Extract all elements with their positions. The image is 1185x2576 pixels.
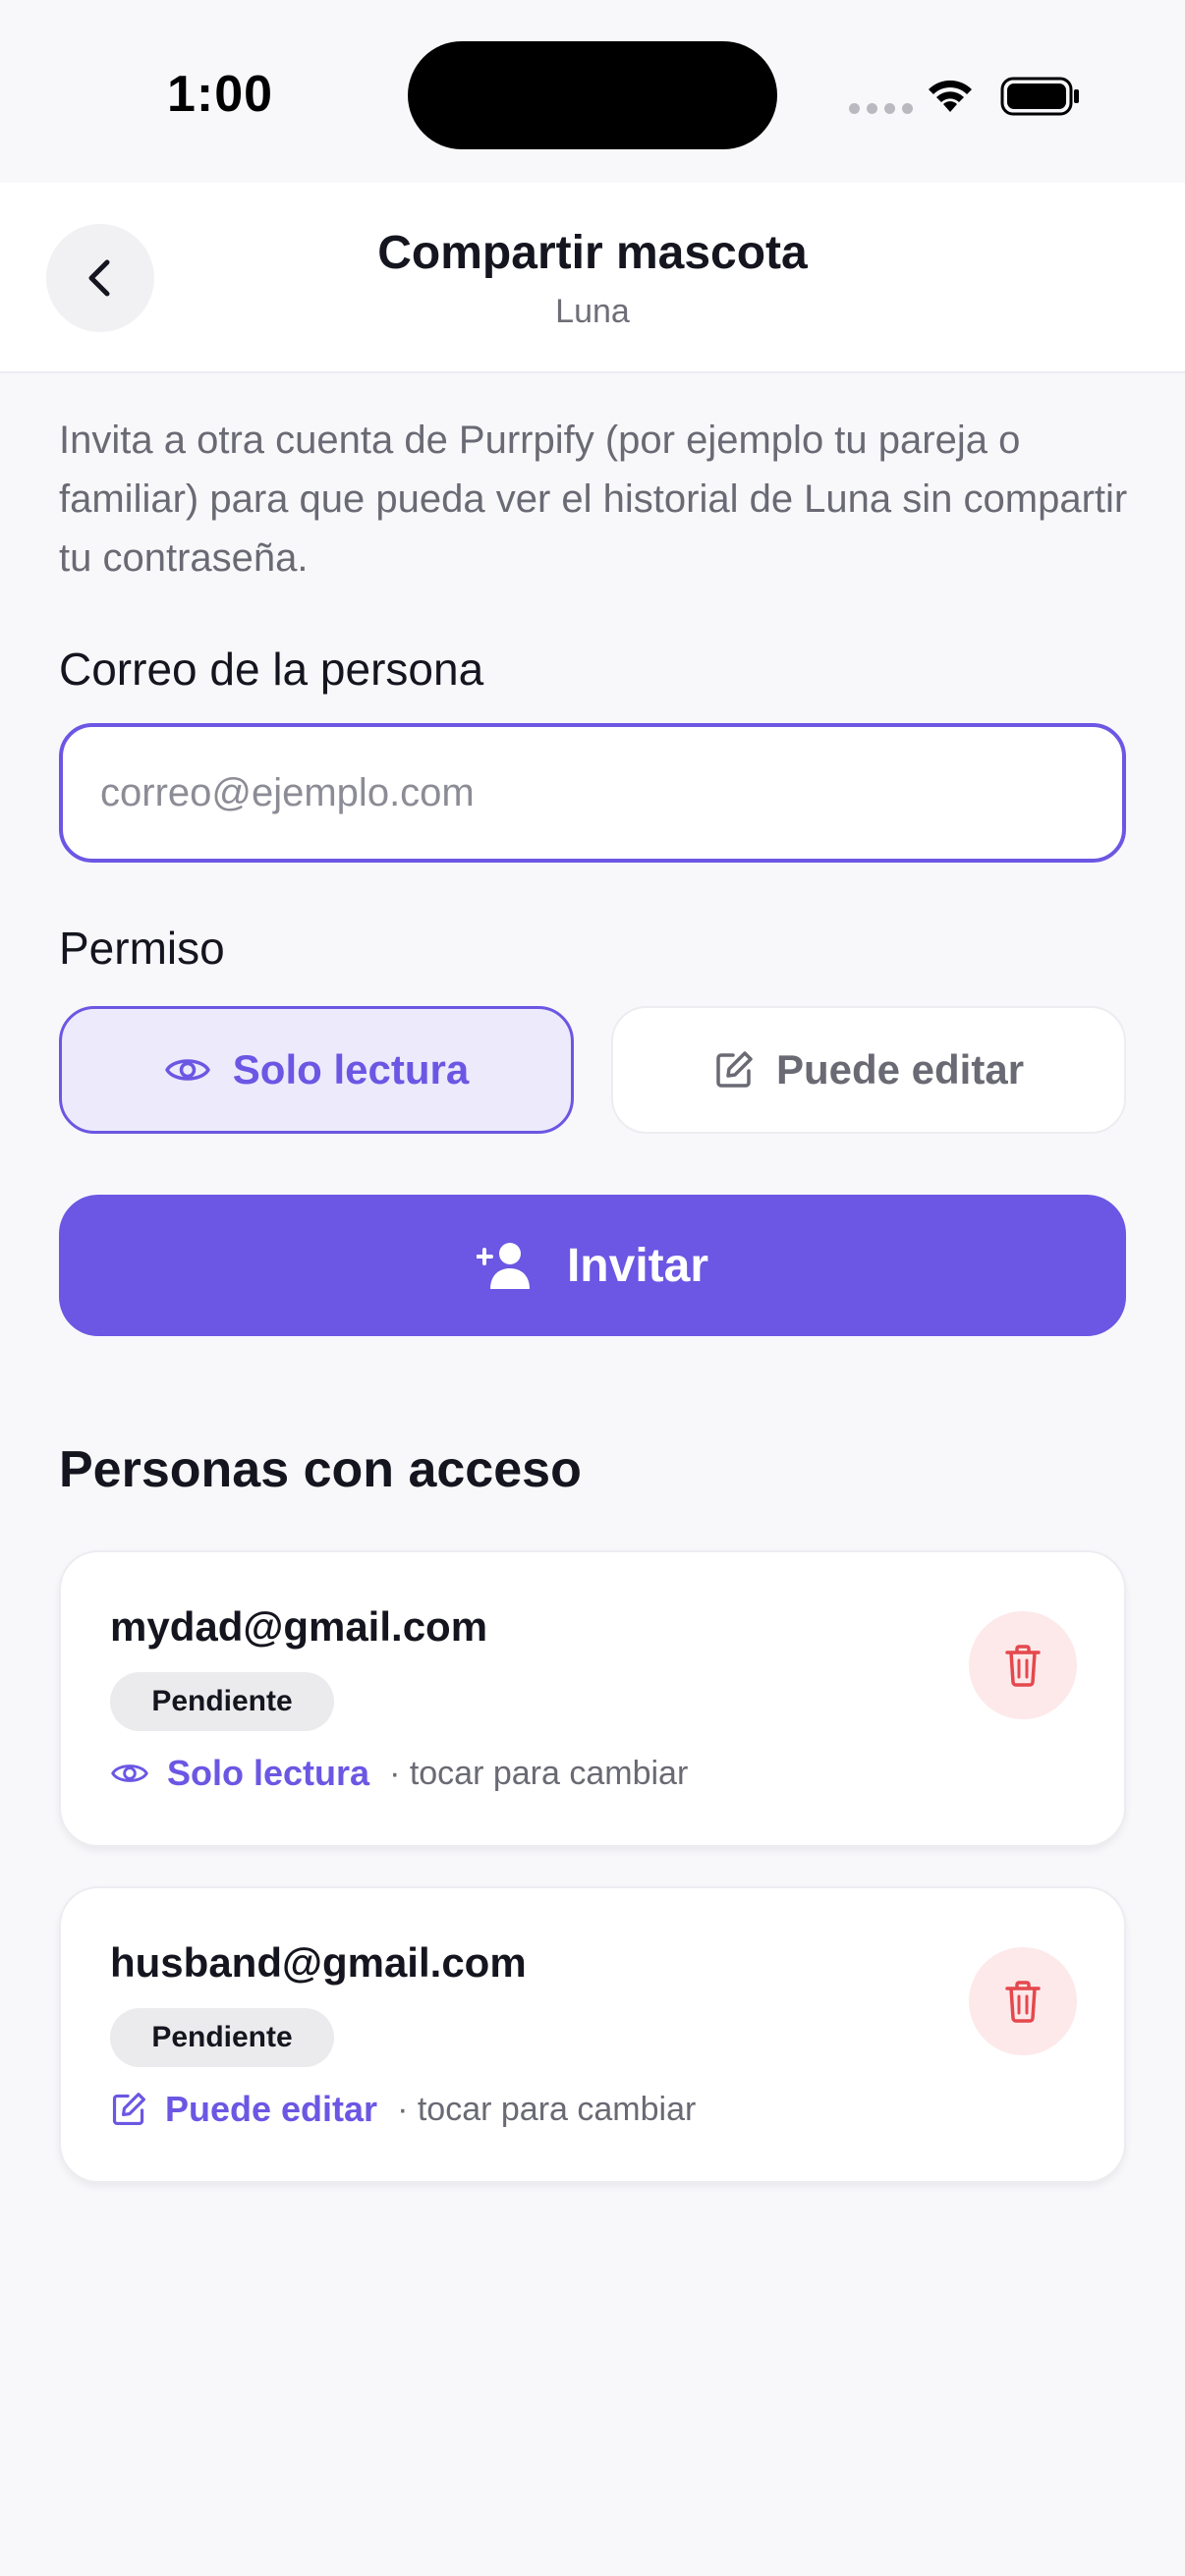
email-input[interactable] [59, 723, 1126, 863]
add-person-icon [476, 1243, 530, 1289]
eye-icon [165, 1059, 210, 1081]
permission-toggle[interactable]: Solo lectura · tocar para cambiar [110, 1753, 688, 1794]
invite-button-label: Invitar [566, 1239, 709, 1292]
eye-icon [111, 1764, 148, 1782]
person-email: husband@gmail.com [110, 1939, 527, 1986]
dynamic-island [408, 41, 777, 149]
edit-icon [112, 2093, 145, 2126]
person-email: mydad@gmail.com [110, 1603, 488, 1650]
page-subtitle: Luna [555, 293, 630, 330]
status-time: 1:00 [167, 66, 274, 123]
permission-value: Puede editar [165, 2089, 378, 2129]
permission-option-can-edit[interactable]: Puede editar [611, 1006, 1126, 1134]
delete-button[interactable] [969, 1947, 1077, 2055]
wifi-icon [929, 80, 972, 112]
permission-option-label: Solo lectura [232, 1046, 470, 1092]
status-badge: Pendiente [110, 1672, 334, 1731]
cellular-signal-icon [849, 103, 913, 114]
permission-option-read-only[interactable]: Solo lectura [59, 1006, 574, 1134]
navigation-header: Compartir mascota Luna [0, 183, 1185, 373]
trash-icon [1005, 1645, 1041, 1687]
permission-hint: · tocar para cambiar [397, 2090, 697, 2128]
delete-button[interactable] [969, 1611, 1077, 1719]
permission-hint: · tocar para cambiar [389, 1754, 689, 1792]
email-field-label: Correo de la persona [59, 644, 484, 695]
page-title: Compartir mascota [377, 227, 808, 279]
permission-option-label: Puede editar [775, 1046, 1025, 1092]
intro-text: Invita a otra cuenta de Purrpify (por ej… [59, 419, 1128, 580]
trash-icon [1005, 1981, 1041, 2023]
battery-icon [1000, 77, 1079, 116]
status-bar: 1:00 [0, 0, 1185, 183]
status-badge: Pendiente [110, 2008, 334, 2067]
section-title: Personas con acceso [59, 1441, 582, 1498]
invite-button[interactable]: Invitar [59, 1195, 1126, 1336]
edit-icon [716, 1051, 753, 1088]
permission-label: Permiso [59, 923, 225, 974]
permission-value: Solo lectura [167, 1753, 370, 1793]
shared-person-card: mydad@gmail.com Pendiente Solo lectura ·… [59, 1550, 1126, 1847]
shared-person-card: husband@gmail.com Pendiente Puede editar… [59, 1886, 1126, 2183]
permission-toggle[interactable]: Puede editar · tocar para cambiar [110, 2089, 696, 2130]
